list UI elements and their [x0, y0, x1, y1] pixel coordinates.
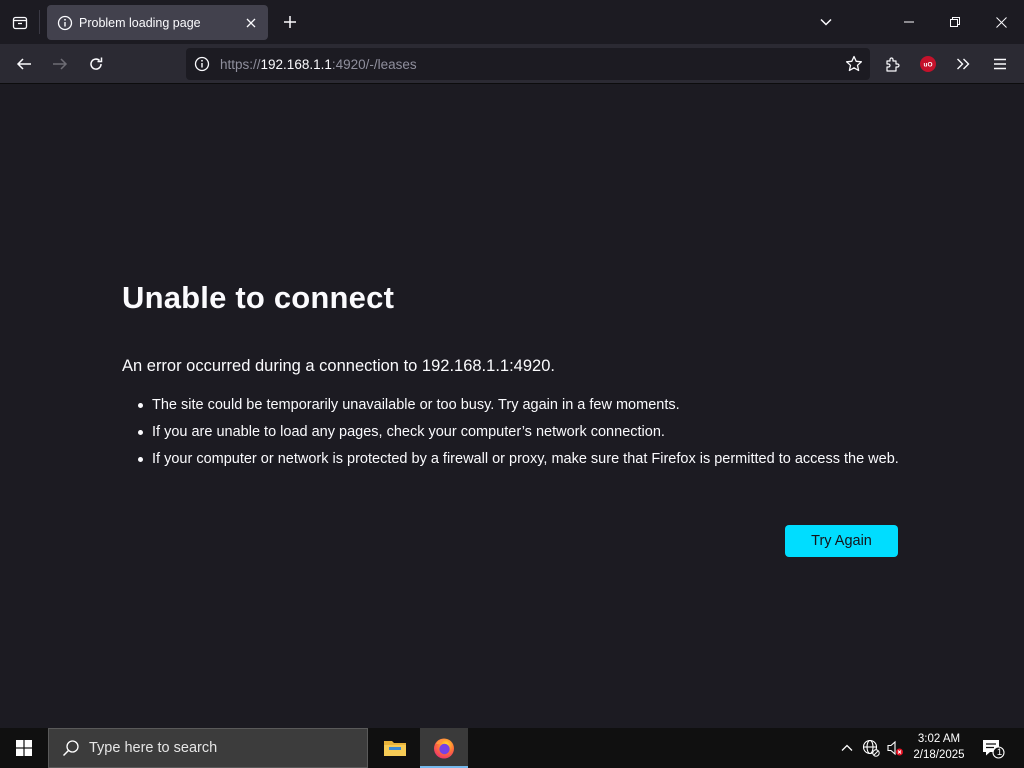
app-menu-button[interactable] [984, 48, 1016, 80]
tab-list-icon [12, 16, 28, 30]
globe-network-icon [862, 739, 880, 757]
firefox-taskbar-button[interactable] [420, 728, 468, 768]
file-explorer-taskbar-button[interactable] [371, 728, 419, 768]
ublock-origin-button[interactable]: uO [912, 48, 944, 80]
search-icon [62, 740, 79, 757]
network-tray-button[interactable] [860, 728, 882, 768]
error-page: Unable to connect An error occurred duri… [0, 85, 1024, 728]
minimize-button[interactable] [886, 0, 932, 44]
error-title: Unable to connect [122, 280, 395, 315]
url-host: 192.168.1.1 [260, 56, 332, 72]
extensions-button[interactable] [876, 48, 908, 80]
notification-count: 1 [996, 747, 1003, 758]
list-item: If your computer or network is protected… [136, 450, 906, 469]
svg-text:uO: uO [923, 62, 932, 69]
navigation-toolbar: https://192.168.1.1:4920/-/leases uO [0, 44, 1024, 84]
plus-icon [284, 16, 296, 28]
list-item: The site could be temporarily unavailabl… [136, 396, 906, 415]
windows-taskbar: Type here to search 3:02 AM 2/18/2025 1 [0, 728, 1024, 768]
folder-icon [384, 741, 406, 756]
close-tab-button[interactable] [239, 11, 263, 35]
tab-active[interactable]: Problem loading page [47, 5, 268, 40]
action-center-button[interactable]: 1 [978, 728, 1008, 768]
error-description: An error occurred during a connection to… [122, 357, 555, 375]
restore-button[interactable] [932, 0, 978, 44]
info-icon [57, 15, 73, 30]
start-button[interactable] [0, 728, 48, 768]
url-path: :4920/-/leases [331, 56, 417, 72]
site-info-icon[interactable] [194, 56, 210, 72]
chevron-up-icon [841, 744, 853, 751]
tab-title: Problem loading page [79, 15, 201, 30]
back-button[interactable] [8, 48, 40, 80]
new-tab-button[interactable] [276, 8, 304, 36]
minimize-icon [904, 21, 914, 23]
hamburger-menu-icon [994, 58, 1006, 70]
clock-date: 2/18/2025 [913, 749, 965, 761]
close-window-button[interactable] [978, 0, 1024, 44]
address-bar[interactable]: https://192.168.1.1:4920/-/leases [186, 48, 870, 80]
firefox-icon [434, 738, 454, 759]
puzzle-icon [885, 56, 900, 72]
arrow-left-icon [16, 58, 31, 70]
clock-time: 3:02 AM [917, 733, 961, 745]
taskbar-search-box[interactable]: Type here to search [48, 728, 368, 768]
reload-icon [90, 57, 103, 70]
show-hidden-icons-button[interactable] [836, 728, 858, 768]
volume-tray-button[interactable] [884, 728, 906, 768]
try-again-button[interactable]: Try Again [785, 525, 898, 557]
search-placeholder: Type here to search [89, 740, 218, 756]
speaker-muted-icon [887, 740, 903, 756]
chevron-down-icon [820, 18, 832, 26]
url-scheme: https:// [220, 56, 261, 72]
more-tools-button[interactable] [947, 48, 979, 80]
error-suggestions-list: The site could be temporarily unavailabl… [136, 396, 906, 477]
url-text: https://192.168.1.1:4920/-/leases [220, 57, 417, 72]
forward-button[interactable] [44, 48, 76, 80]
windows-logo-icon [16, 740, 32, 756]
double-chevron-right-icon [957, 58, 970, 70]
star-icon [845, 55, 863, 72]
reload-button[interactable] [80, 48, 112, 80]
list-item: If you are unable to load any pages, che… [136, 423, 906, 442]
restore-icon [950, 17, 960, 27]
close-icon [995, 16, 1007, 28]
list-all-tabs-button[interactable] [7, 8, 33, 36]
tabs-menu-button[interactable] [812, 8, 840, 36]
ublock-origin-icon: uO [920, 56, 936, 72]
close-icon [246, 18, 256, 27]
tab-strip: Problem loading page [0, 0, 1024, 44]
bookmark-button[interactable] [842, 52, 866, 76]
separator [39, 10, 40, 34]
taskbar-clock[interactable]: 3:02 AM 2/18/2025 [906, 731, 972, 763]
arrow-right-icon [53, 58, 68, 70]
